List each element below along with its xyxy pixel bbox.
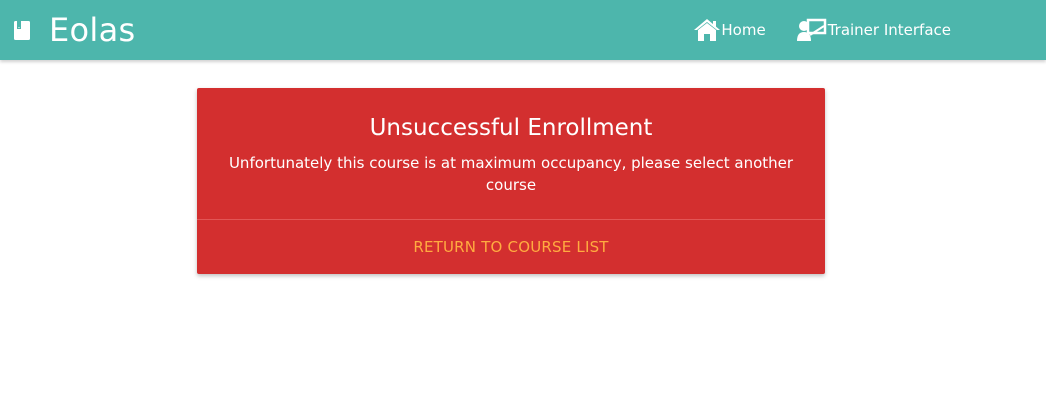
book-icon — [12, 18, 32, 42]
return-to-course-list-link[interactable]: Return to course list — [413, 238, 608, 256]
card-message: Unfortunately this course is at maximum … — [228, 154, 794, 194]
top-navbar: Eolas Home Trainer Interface — [0, 0, 1046, 60]
nav-trainer-interface-link[interactable]: Trainer Interface — [796, 18, 951, 42]
trainer-icon — [796, 18, 828, 42]
home-icon — [693, 18, 721, 42]
card-content: Unsuccessful Enrollment Unfortunately th… — [197, 88, 825, 220]
card-title: Unsuccessful Enrollment — [369, 115, 653, 141]
nav-home-label: Home — [721, 21, 766, 39]
nav-trainer-interface-label: Trainer Interface — [827, 21, 951, 39]
nav-links: Home Trainer Interface — [693, 0, 951, 60]
brand-logo-link[interactable]: Eolas — [12, 0, 135, 60]
enrollment-error-card: Unsuccessful Enrollment Unfortunately th… — [197, 88, 825, 274]
nav-home-link[interactable]: Home — [693, 18, 766, 42]
brand-title: Eolas — [49, 11, 136, 49]
card-action: Return to course list — [197, 220, 825, 274]
